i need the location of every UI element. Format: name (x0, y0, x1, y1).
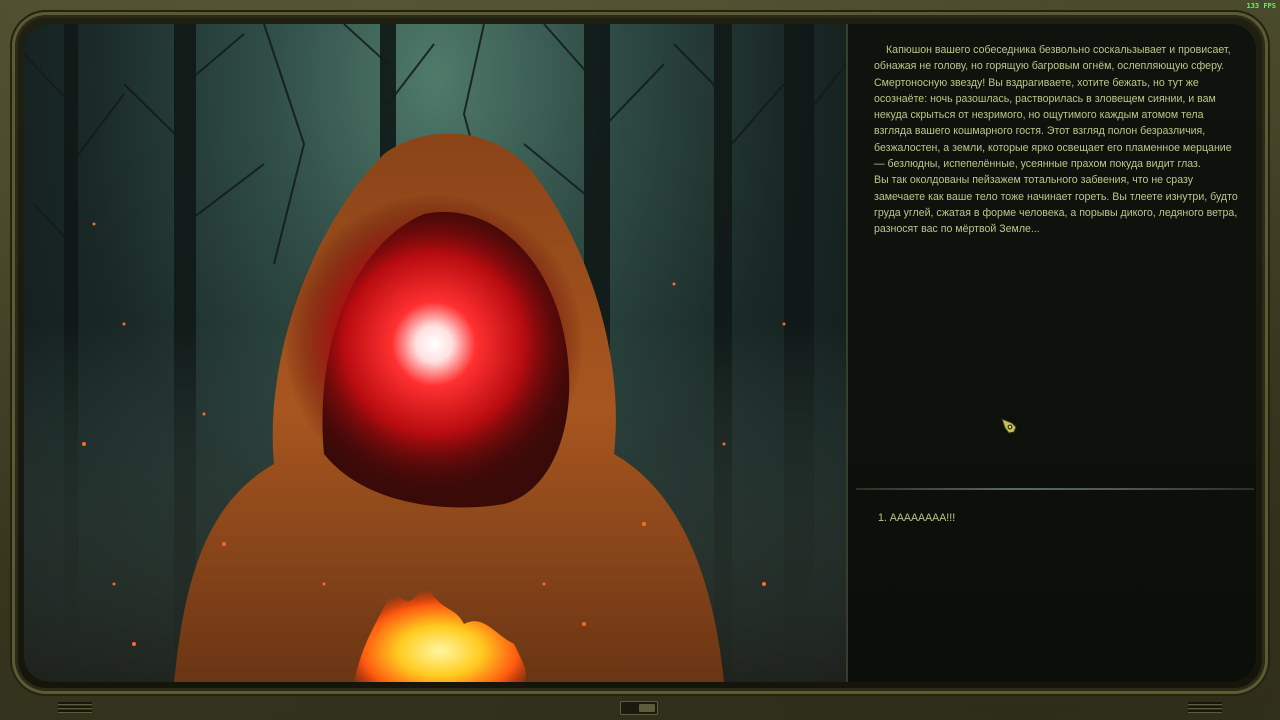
choices-divider (856, 488, 1254, 490)
scene-illustration (24, 24, 846, 682)
story-paragraph: Капюшон вашего собеседника безвольно сос… (874, 44, 1232, 171)
game-screen: Капюшон вашего собеседника безвольно сос… (24, 24, 1256, 682)
story-text: Капюшон вашего собеседника безвольно сос… (874, 42, 1240, 238)
gauntlet-cursor-icon (1001, 418, 1017, 434)
dialogue-panel: Капюшон вашего собеседника безвольно сос… (846, 24, 1256, 682)
story-paragraph: Вы так околдованы пейзажем тотального за… (874, 174, 1238, 236)
speaker-grill-right (1188, 702, 1222, 714)
device-frame: Капюшон вашего собеседника безвольно сос… (0, 0, 1280, 720)
hooded-figure-art (24, 24, 846, 682)
speaker-grill-left (58, 702, 92, 714)
choice-option-1[interactable]: 1. ААААААAA!!! (878, 510, 955, 526)
frame-handle (620, 701, 658, 715)
fps-counter: 133 FPS (1246, 2, 1276, 10)
